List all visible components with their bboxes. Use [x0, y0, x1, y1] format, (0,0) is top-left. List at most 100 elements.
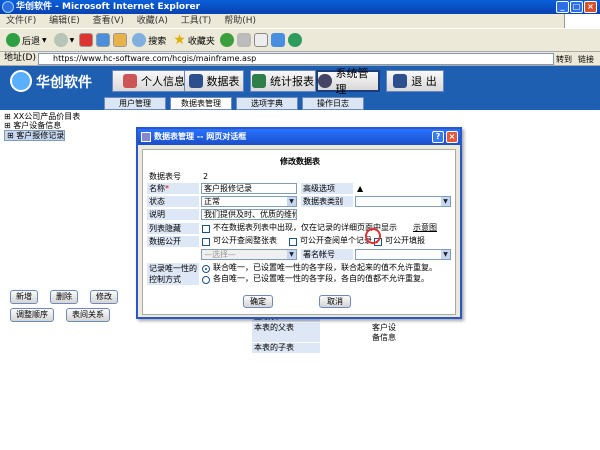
back-button[interactable]: 后退 ▼	[4, 30, 49, 50]
tab-strip: 用户管理 数据表管理 选项字典 操作日志	[0, 96, 600, 110]
help-icon[interactable]: ?	[432, 131, 444, 143]
address-input[interactable]: https://www.hc-software.com/hcgis/mainfr…	[38, 53, 554, 65]
favorites-button[interactable]: ★ 收藏夹	[171, 30, 217, 50]
gear-icon	[318, 74, 332, 88]
minimize-button[interactable]: _	[556, 1, 569, 13]
form-heading: 修改数据表	[280, 157, 320, 166]
delete-button[interactable]: 删除	[50, 290, 78, 304]
links-button[interactable]: 链接	[578, 53, 594, 66]
dialog-title: 数据表管理 -- 网页对话框	[154, 132, 247, 141]
edit-table-dialog: 数据表管理 -- 网页对话框 ? × 修改数据表 数据表号 2 名称* 客户报修…	[136, 127, 462, 319]
go-button[interactable]: 转到	[556, 53, 572, 66]
diagram-link[interactable]: 示意图	[413, 223, 437, 233]
home-icon[interactable]	[113, 33, 128, 47]
list-hidden-checkbox[interactable]	[202, 225, 210, 233]
public-label: 数据公开	[147, 236, 199, 247]
tree-item[interactable]: ⊞ 客户设备信息	[4, 121, 80, 130]
public-record-text: 可公开查阅单个记录	[300, 236, 372, 245]
logout-icon	[393, 74, 408, 88]
category-select[interactable]: ▼	[355, 196, 451, 207]
chevron-down-icon: ▼	[441, 197, 450, 206]
mail-icon[interactable]	[253, 33, 268, 47]
name-input[interactable]: 客户报修记录	[201, 183, 297, 194]
table-icon	[188, 74, 203, 88]
history-icon[interactable]	[236, 33, 251, 47]
tab-option-dictionary[interactable]: 选项字典	[236, 97, 298, 110]
table-tree: ⊞ XX公司产品价目表 ⊞ 客户设备信息 ⊞ 客户报修记录	[4, 112, 80, 141]
cancel-button[interactable]: 取消	[319, 295, 351, 308]
system-admin-button[interactable]: 系统管理	[316, 67, 380, 96]
table-row: 本表的父表 客户设备信息	[252, 323, 396, 342]
search-icon	[132, 33, 147, 47]
list-hidden-label: 列表隐藏	[147, 223, 199, 234]
close-button[interactable]: ×	[584, 1, 597, 13]
status-select[interactable]: 正常 ▼	[201, 196, 297, 207]
table-no-value: 2	[203, 172, 209, 181]
star-icon: ★	[173, 32, 186, 48]
address-bar: 地址(D) https://www.hc-software.com/hcgis/…	[0, 52, 600, 66]
window-title-bar: 华创软件 - Microsoft Internet Explorer _ □ ×	[0, 0, 600, 14]
chevron-down-icon: ▼	[287, 250, 296, 259]
forward-arrow-icon	[53, 33, 68, 47]
window-title: 华创软件 - Microsoft Internet Explorer	[16, 2, 201, 12]
chevron-down-icon: ▼	[287, 197, 296, 206]
menu-edit[interactable]: 编辑(E)	[49, 16, 80, 26]
logo-icon	[10, 70, 32, 92]
forward-button[interactable]: ▼	[52, 30, 77, 50]
refresh-icon[interactable]	[96, 33, 111, 47]
description-label: 说明	[147, 209, 199, 220]
description-input[interactable]: 我们提供及时、优质的维修	[201, 209, 297, 220]
messenger-icon[interactable]	[287, 33, 302, 47]
public-table-checkbox[interactable]	[202, 238, 210, 246]
uniqueness-label: 记录唯一性的 控制方式	[147, 263, 199, 285]
template-select[interactable]: —选择— ▼	[201, 249, 297, 260]
advanced-label: 高级选项	[301, 183, 353, 194]
stop-icon[interactable]	[79, 33, 94, 47]
joint-unique-text: 联合唯一，已设置唯一性的各字段，联合起来的值不允许重复。	[213, 263, 437, 272]
table-no-label: 数据表号	[149, 172, 181, 181]
reports-button[interactable]: 统计报表	[250, 70, 316, 92]
search-button[interactable]: 搜索	[130, 30, 168, 50]
category-label: 数据表类别	[301, 196, 353, 207]
add-button[interactable]: 新增	[10, 290, 38, 304]
print-icon[interactable]	[270, 33, 285, 47]
browser-toolbar: 后退 ▼ ▼ 搜索 ★ 收藏夹	[0, 28, 600, 52]
public-table-text: 可公开查阅整张表	[213, 236, 277, 245]
public-submit-text: 可公开填报	[385, 236, 425, 245]
tab-user-management[interactable]: 用户管理	[104, 97, 166, 110]
address-label: 地址(D)	[4, 53, 36, 63]
back-arrow-icon	[6, 33, 20, 47]
edit-button[interactable]: 修改	[90, 290, 118, 304]
menu-file[interactable]: 文件(F)	[6, 16, 36, 26]
chart-icon	[252, 74, 266, 88]
logout-button[interactable]: 退 出	[386, 70, 444, 92]
datatable-button[interactable]: 数据表	[184, 70, 244, 92]
menu-favorites[interactable]: 收藏(A)	[137, 16, 168, 26]
tree-item-selected[interactable]: ⊞ 客户报修记录	[4, 130, 66, 141]
menu-bar: 文件(F) 编辑(E) 查看(V) 收藏(A) 工具(T) 帮助(H)	[0, 14, 600, 28]
tree-item[interactable]: ⊞ XX公司产品价目表	[4, 112, 80, 121]
dialog-close-button[interactable]: ×	[446, 131, 458, 143]
tab-datatable-management[interactable]: 数据表管理	[170, 97, 232, 110]
joint-unique-radio[interactable]	[202, 265, 210, 273]
public-record-checkbox[interactable]	[289, 238, 297, 246]
advanced-toggle-icon[interactable]: ▲	[355, 183, 363, 194]
maximize-button[interactable]: □	[570, 1, 583, 13]
reorder-button[interactable]: 调整顺序	[10, 308, 54, 322]
account-label: 署名帐号	[301, 249, 353, 260]
media-icon[interactable]	[219, 33, 234, 47]
highlight-circle	[365, 228, 381, 244]
tab-operation-log[interactable]: 操作日志	[302, 97, 364, 110]
separate-unique-radio[interactable]	[202, 276, 210, 284]
account-select[interactable]: ▼	[355, 249, 451, 260]
name-label: 名称*	[147, 183, 199, 194]
menu-help[interactable]: 帮助(H)	[224, 16, 256, 26]
dialog-title-bar: 数据表管理 -- 网页对话框 ? ×	[138, 129, 460, 145]
confirm-button[interactable]: 确定	[243, 295, 273, 308]
dialog-body: 修改数据表 数据表号 2 名称* 客户报修记录 高级选项 ▲ 状态 正常 ▼ 数据…	[142, 149, 456, 315]
person-icon	[123, 74, 137, 88]
menu-tools[interactable]: 工具(T)	[181, 16, 212, 26]
relations-button[interactable]: 表间关系	[66, 308, 110, 322]
menu-view[interactable]: 查看(V)	[93, 16, 124, 26]
app-header: 华创软件 个人信息 数据表 统计报表 系统管理 退 出	[0, 66, 600, 96]
